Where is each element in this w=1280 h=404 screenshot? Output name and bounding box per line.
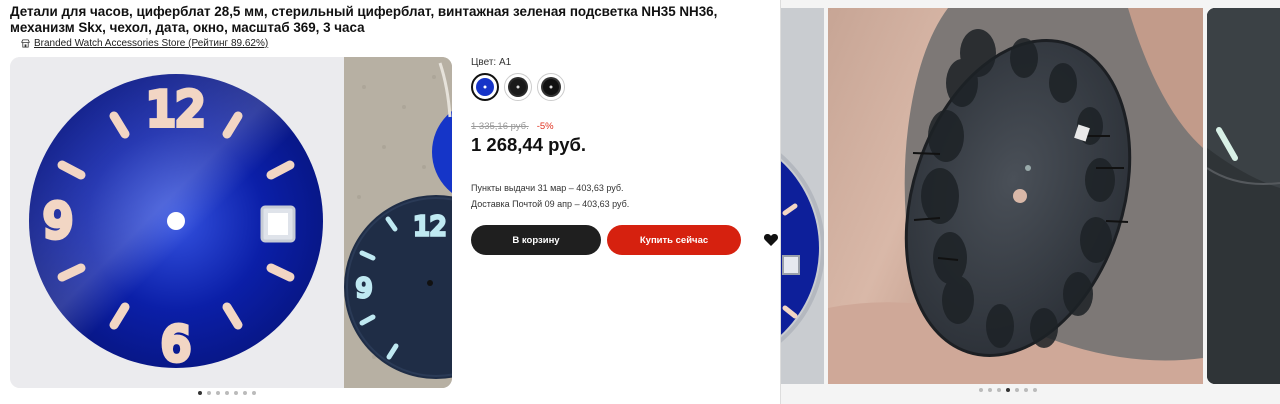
carousel-dot[interactable] [979,388,983,392]
gallery-dot[interactable] [198,391,202,395]
carousel-dot[interactable] [1033,388,1037,392]
blue-dial-thumb-icon [476,78,494,96]
dial-number-9: 9 [43,194,72,248]
gallery-dot[interactable] [216,391,220,395]
add-to-cart-button[interactable]: В корзину [471,225,601,255]
carousel-dot[interactable] [1015,388,1019,392]
gallery-dot[interactable] [243,391,247,395]
product-panel: Детали для часов, циферблат 28,5 мм, сте… [0,0,781,404]
dial-number-6: 6 [161,317,190,371]
current-price: 1 268,44 руб. [471,134,587,155]
store-link-row[interactable]: Branded Watch Accessories Store (Рейтинг… [21,38,268,49]
gallery-dot[interactable] [252,391,256,395]
black-dial-thumb-icon [508,77,528,97]
image-carousel [781,0,1280,404]
gallery-dot[interactable] [207,391,211,395]
side-dial-number-9: 9 [356,274,373,304]
color-swatches [471,73,771,101]
buy-now-button[interactable]: Купить сейчас [607,225,741,255]
heart-icon[interactable] [763,232,779,248]
buy-box: Цвет: А1 1 335,16 руб. -5% 1 268,44 руб.… [471,57,779,255]
dark-dial-image: 12 9 [344,57,452,388]
product-gallery[interactable]: 12 9 6 12 9 [10,57,452,388]
carousel-prev-image[interactable] [781,8,824,384]
product-title: Детали для часов, циферблат 28,5 мм, сте… [10,4,718,35]
old-price-row: 1 335,16 руб. -5% [471,121,771,132]
carousel-dot[interactable] [988,388,992,392]
dark-dial-edge-image [1207,8,1280,384]
carousel-next-image[interactable] [1207,8,1280,384]
blue-dial-image: 12 9 6 [29,74,323,374]
post-delivery-info: Доставка Почтой 09 апр – 403,63 руб. [471,199,630,209]
gallery-pagination [198,391,256,395]
gallery-dot[interactable] [234,391,238,395]
secondary-product-image[interactable]: 12 9 [344,57,452,388]
carousel-dot[interactable] [1006,388,1010,392]
store-name-link[interactable]: Branded Watch Accessories Store (Рейтинг… [34,38,268,49]
store-icon [21,39,30,48]
blue-dial-edge-image [781,8,824,384]
main-product-image[interactable]: 12 9 6 [10,57,344,388]
swatch-black-2[interactable] [537,73,565,101]
side-dial-number-12: 12 [413,212,446,242]
pickup-info: Пункты выдачи 31 мар – 403,63 руб. [471,183,624,193]
delivery-info: Пункты выдачи 31 мар – 403,63 руб. Доста… [471,180,771,212]
gallery-dot[interactable] [225,391,229,395]
discount-badge: -5% [536,121,554,132]
dial-number-12: 12 [147,82,206,136]
action-buttons: В корзину Купить сейчас [471,225,779,255]
dial-back-photo [828,8,1203,384]
old-price: 1 335,16 руб. [471,121,529,132]
page: Детали для часов, циферблат 28,5 мм, сте… [0,0,1280,404]
black-dial-thumb-icon [541,77,561,97]
carousel-dot[interactable] [997,388,1001,392]
carousel-main-image[interactable] [828,8,1203,384]
carousel-pagination [979,388,1037,392]
color-label: Цвет: А1 [471,57,512,68]
swatch-a1-blue[interactable] [471,73,499,101]
swatch-black-1[interactable] [504,73,532,101]
carousel-dot[interactable] [1024,388,1028,392]
